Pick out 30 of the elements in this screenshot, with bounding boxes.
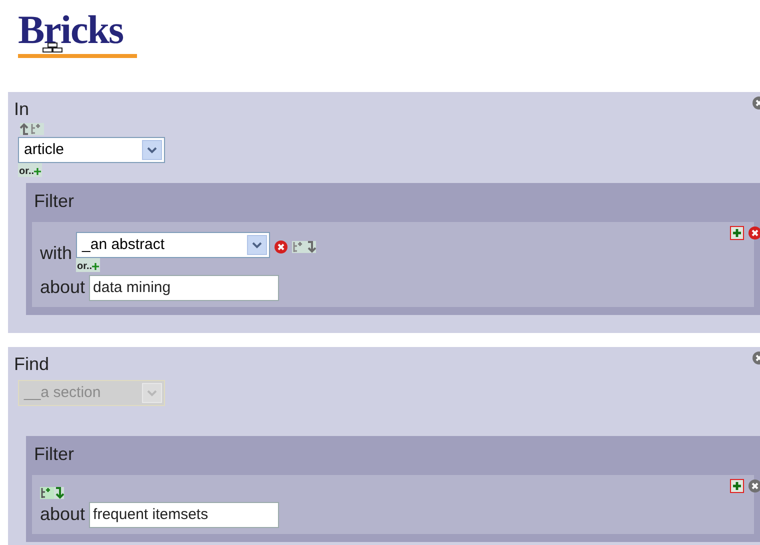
dropdown[interactable]: article [18, 137, 165, 163]
add-icon[interactable] [730, 479, 744, 493]
panel-title: In [14, 98, 30, 121]
add-icon[interactable] [730, 226, 744, 240]
close-icon[interactable] [748, 479, 760, 493]
dropdown[interactable]: _an abstract [76, 232, 270, 258]
about-field[interactable]: frequent itemsets [89, 502, 280, 528]
filter-title: Filter [33, 190, 75, 213]
down-arrow-icon[interactable] [306, 241, 316, 253]
bricks-icon [42, 42, 64, 54]
about-label: about [40, 276, 86, 299]
with-label: with [40, 242, 72, 265]
down-arrow-icon[interactable] [54, 487, 64, 499]
tree-add-icon[interactable] [30, 123, 44, 135]
chevron-icon [147, 390, 157, 396]
tree-add-icon[interactable] [40, 487, 54, 499]
up-arrow-icon[interactable] [20, 123, 30, 135]
about-label: about [40, 503, 86, 526]
panel-title: Find [14, 353, 50, 376]
close-icon[interactable] [274, 240, 288, 254]
chevron-icon [147, 146, 157, 154]
filter-title: Filter [33, 443, 75, 466]
plus-icon [34, 168, 42, 177]
about-field[interactable]: data mining [89, 274, 280, 300]
or-button[interactable]: or.. [18, 163, 42, 177]
tree-add-icon[interactable] [292, 241, 306, 253]
plus-icon [92, 263, 100, 272]
close-icon[interactable] [748, 226, 760, 240]
or-button[interactable]: or.. [76, 258, 100, 272]
chevron-icon [252, 242, 262, 248]
